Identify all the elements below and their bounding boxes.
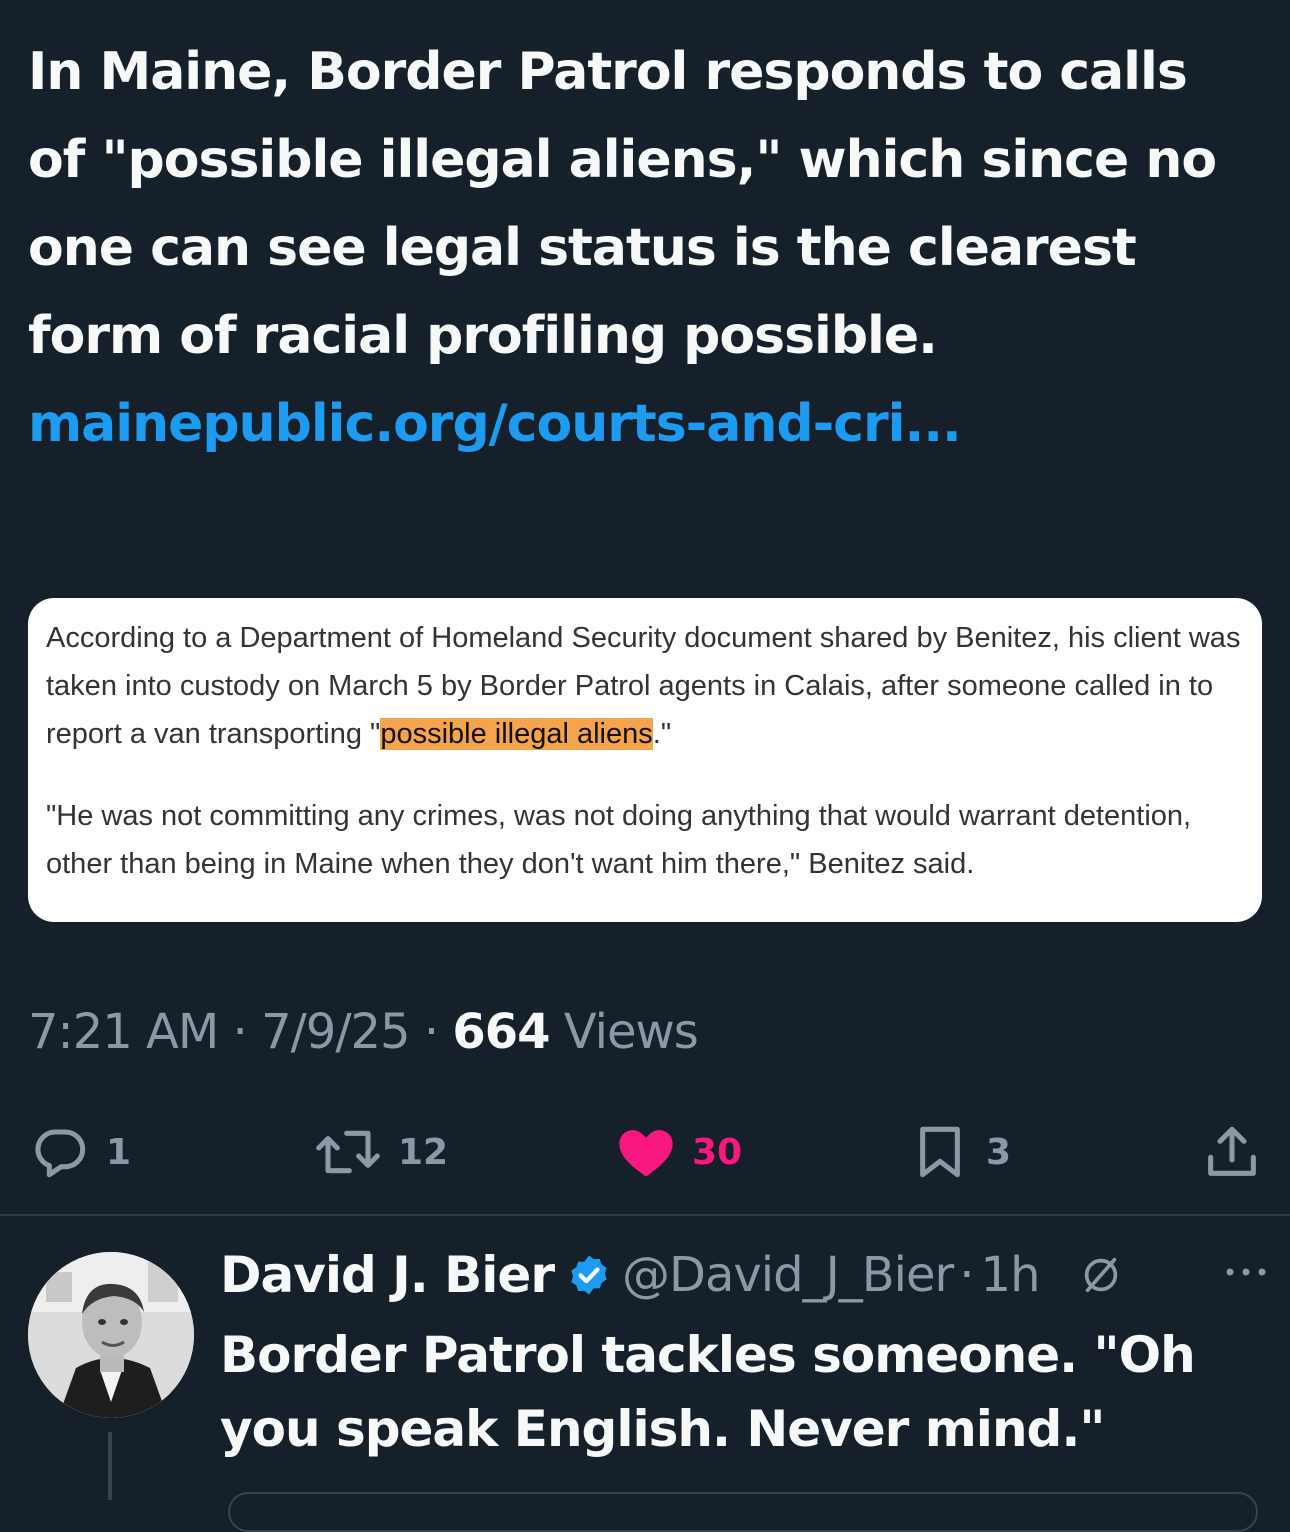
tweet-meta: 7:21 AM · 7/9/25 · 664 Views [28, 1004, 699, 1060]
tweet-time[interactable]: 7:21 AM [28, 1004, 219, 1060]
like-count: 30 [692, 1131, 743, 1173]
share-button[interactable] [1200, 1120, 1264, 1184]
meta-separator: · [218, 1004, 262, 1060]
meta-separator: · [409, 1004, 453, 1060]
avatar[interactable] [28, 1252, 194, 1418]
card-paragraph-1: According to a Department of Homeland Se… [46, 614, 1244, 758]
author-handle[interactable]: @David_J_Bier [622, 1247, 954, 1303]
card-paragraph-2: "He was not committing any crimes, was n… [46, 800, 1192, 880]
views-label: Views [549, 1004, 699, 1060]
card-highlight: possible illegal aliens [380, 718, 653, 750]
tweet-body: In Maine, Border Patrol responds to call… [28, 42, 1217, 366]
reply-time[interactable]: 1h [981, 1247, 1041, 1303]
reply-count: 1 [106, 1131, 132, 1173]
views-count: 664 [452, 1004, 550, 1060]
author-name[interactable]: David J. Bier [220, 1246, 555, 1304]
bookmark-icon [908, 1120, 972, 1184]
tweet-text: In Maine, Border Patrol responds to call… [28, 28, 1258, 468]
reply-button[interactable]: 1 [28, 1120, 131, 1184]
thread-line [108, 1432, 112, 1500]
reply-header: David J. Bier @David_J_Bier · 1h [220, 1240, 1280, 1310]
more-icon[interactable] [1224, 1262, 1268, 1286]
tweet-link[interactable]: mainepublic.org/courts-and-cri... [28, 394, 962, 454]
bookmark-count: 3 [986, 1131, 1012, 1173]
retweet-icon [312, 1120, 384, 1184]
card-paragraph-1-end: ." [652, 718, 672, 750]
tweet-date[interactable]: 7/9/25 [261, 1004, 410, 1060]
retweet-button[interactable]: 12 [312, 1120, 448, 1184]
retweet-count: 12 [398, 1131, 449, 1173]
handle-separator: · [959, 1247, 975, 1303]
embedded-media-edge[interactable] [228, 1492, 1258, 1532]
divider [0, 1214, 1290, 1216]
article-screenshot-card[interactable]: According to a Department of Homeland Se… [28, 598, 1262, 922]
bookmark-button[interactable]: 3 [908, 1120, 1011, 1184]
reply-text: Border Patrol tackles someone. "Oh you s… [220, 1326, 1196, 1458]
share-icon [1200, 1120, 1264, 1184]
action-bar: 1 12 30 3 [0, 1120, 1290, 1184]
grok-icon[interactable] [1078, 1252, 1124, 1298]
reply-icon [28, 1120, 92, 1184]
verified-badge-icon [566, 1252, 612, 1298]
like-button[interactable]: 30 [614, 1120, 742, 1184]
heart-icon [614, 1120, 678, 1184]
